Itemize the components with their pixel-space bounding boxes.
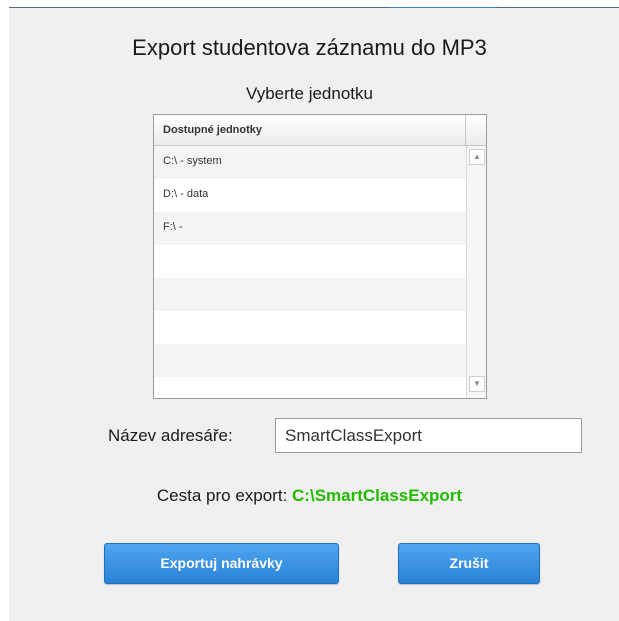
- drive-list[interactable]: Dostupné jednotky C:\ - system D:\ - dat…: [153, 114, 487, 399]
- header-separator: [465, 115, 466, 146]
- dialog-title: Export studentova záznamu do MP3: [132, 35, 487, 60]
- drive-list-body: C:\ - system D:\ - data F:\ -: [154, 146, 466, 377]
- export-path-value: C:\SmartClassExport: [292, 486, 463, 505]
- directory-name-input[interactable]: [275, 418, 582, 453]
- drive-item-d[interactable]: D:\ - data: [154, 179, 466, 212]
- triangle-down-icon[interactable]: ▼: [469, 376, 485, 392]
- export-path-label: Cesta pro export:: [156, 486, 288, 505]
- export-path: Cesta pro export: C:\SmartClassExport: [0, 486, 619, 506]
- list-item-empty: [154, 311, 466, 344]
- cancel-button[interactable]: Zrušit: [398, 543, 540, 584]
- drive-item-f[interactable]: F:\ -: [154, 212, 466, 245]
- directory-name-label: Název adresáře:: [108, 426, 233, 445]
- export-recordings-button[interactable]: Exportuj nahrávky: [104, 543, 339, 584]
- triangle-up-icon[interactable]: ▲: [469, 149, 485, 165]
- list-item-empty: [154, 245, 466, 278]
- list-item-empty: [154, 344, 466, 377]
- list-item-empty: [154, 278, 466, 311]
- drive-list-header-label: Dostupné jednotky: [163, 124, 263, 136]
- drive-item-c[interactable]: C:\ - system: [154, 146, 466, 179]
- drive-list-scrollbar[interactable]: ▲ ▼: [466, 146, 486, 398]
- dialog-subtitle: Vyberte jednotku: [246, 84, 373, 103]
- drive-list-header[interactable]: Dostupné jednotky: [154, 115, 486, 146]
